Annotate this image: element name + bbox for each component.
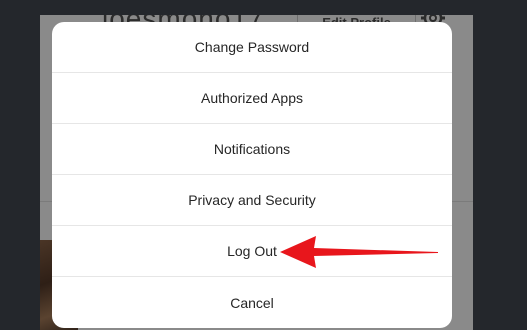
red-arrow-icon [280,236,438,268]
cancel-option[interactable]: Cancel [52,277,452,328]
privacy-and-security-option[interactable]: Privacy and Security [52,175,452,226]
authorized-apps-option[interactable]: Authorized Apps [52,73,452,124]
notifications-option[interactable]: Notifications [52,124,452,175]
change-password-option[interactable]: Change Password [52,22,452,73]
settings-options-modal: Change Password Authorized Apps Notifica… [52,22,452,328]
